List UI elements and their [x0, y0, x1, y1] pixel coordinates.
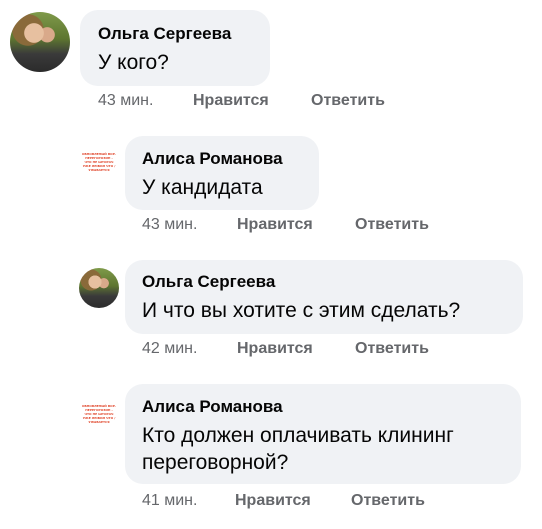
- comment-author[interactable]: Алиса Романова: [142, 397, 283, 417]
- reply-button[interactable]: Ответить: [355, 216, 429, 234]
- comment-author[interactable]: Алиса Романова: [142, 149, 283, 169]
- avatar[interactable]: [10, 12, 70, 72]
- avatar[interactable]: ОБНОВЛЕНЫЙ ВОР. ПЕРЕГОРОЗИН - ЧТО НЕ ШТО…: [77, 392, 121, 436]
- like-button[interactable]: Нравится: [235, 492, 311, 510]
- comment-bubble: Алиса Романова У кандидата: [125, 136, 319, 210]
- avatar-caption: УЛЫБАЕТСЯ: [88, 420, 110, 424]
- comment-bubble: Ольга Сергеева И что вы хотите с этим сд…: [125, 260, 523, 334]
- like-button[interactable]: Нравится: [193, 92, 269, 110]
- reply-button[interactable]: Ответить: [311, 92, 385, 110]
- comment-author[interactable]: Ольга Сергеева: [142, 272, 275, 292]
- comment-text: У кандидата: [142, 176, 263, 199]
- comment-time[interactable]: 42 мин.: [142, 340, 197, 358]
- comment-text: Кто должен оплачивать клининг переговорн…: [142, 424, 454, 474]
- comment-text: И что вы хотите с этим сделать?: [142, 299, 461, 322]
- reply-button[interactable]: Ответить: [351, 492, 425, 510]
- comment-time[interactable]: 41 мин.: [142, 492, 197, 510]
- comment-bubble: Ольга Сергеева У кого?: [80, 10, 270, 86]
- comment-time[interactable]: 43 мин.: [142, 216, 197, 234]
- comment-time[interactable]: 43 мин.: [98, 92, 153, 110]
- avatar-caption: УЛЫБАЕТСЯ: [88, 168, 110, 172]
- comment-text: У кого?: [98, 51, 169, 74]
- comment-author[interactable]: Ольга Сергеева: [98, 24, 231, 44]
- like-button[interactable]: Нравится: [237, 216, 313, 234]
- avatar[interactable]: [79, 268, 119, 308]
- avatar[interactable]: ОБНОВЛЕНЫЙ ВОР. ПЕРЕГОРОЗИН - ЧТО НЕ ШТО…: [77, 140, 121, 184]
- like-button[interactable]: Нравится: [237, 340, 313, 358]
- comment-bubble: Алиса Романова Кто должен оплачивать кли…: [125, 384, 521, 484]
- reply-button[interactable]: Ответить: [355, 340, 429, 358]
